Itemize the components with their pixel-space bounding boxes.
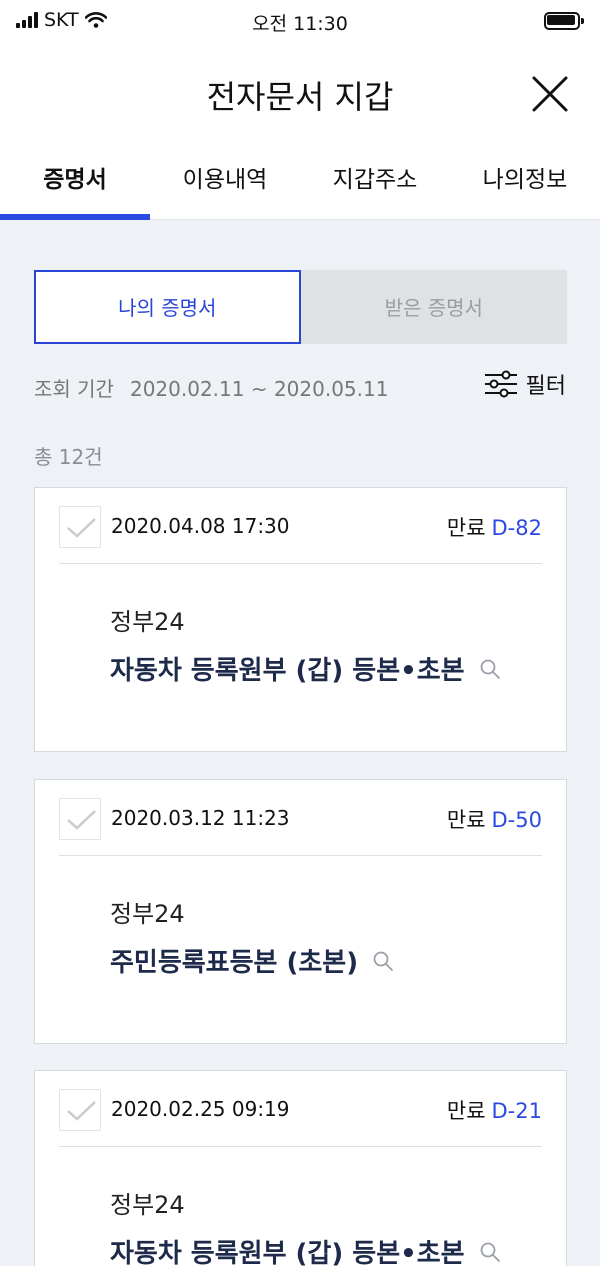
period-value: 2020.02.11 ~ 2020.05.11 xyxy=(129,377,389,401)
certificate-card[interactable]: 2020.02.25 09:19 만료 D-21 정부24 자동차 등록원부 (갑… xyxy=(34,1070,567,1266)
divider xyxy=(59,855,542,856)
issuer-name: 정부24 xyxy=(110,900,185,928)
card-checkbox[interactable] xyxy=(59,506,101,548)
period-label: 조회 기간 xyxy=(34,377,114,401)
status-bar: SKT 오전 11:30 xyxy=(0,0,600,44)
check-icon xyxy=(67,1101,96,1121)
issued-datetime: 2020.02.25 09:19 xyxy=(111,1097,290,1121)
status-time: 오전 11:30 xyxy=(252,13,348,35)
filter-label: 필터 xyxy=(525,374,566,399)
issuer-name: 정부24 xyxy=(110,608,185,636)
issuer-name: 정부24 xyxy=(110,1191,185,1219)
dday-badge: D-82 xyxy=(491,516,542,540)
check-icon xyxy=(67,518,96,538)
dday-badge: D-50 xyxy=(491,808,542,832)
page-title: 전자문서 지갑 xyxy=(206,78,394,116)
app-header: 전자문서 지갑 xyxy=(0,44,600,144)
received-certificates-button[interactable]: 받은 증명서 xyxy=(300,270,567,344)
card-checkbox[interactable] xyxy=(59,798,101,840)
expiry-info: 만료 D-21 xyxy=(446,1099,542,1123)
card-checkbox[interactable] xyxy=(59,1089,101,1131)
tab-bar: 증명서 이용내역 지갑주소 나의정보 xyxy=(0,144,600,220)
search-icon[interactable] xyxy=(479,1241,501,1263)
expiry-info: 만료 D-82 xyxy=(446,516,542,540)
tab-certificates[interactable]: 증명서 xyxy=(0,144,150,220)
dday-badge: D-21 xyxy=(491,1099,542,1123)
certificate-card[interactable]: 2020.04.08 17:30 만료 D-82 정부24 자동차 등록원부 (갑… xyxy=(34,487,567,752)
certificate-segment: 나의 증명서 받은 증명서 xyxy=(34,270,567,344)
issued-datetime: 2020.03.12 11:23 xyxy=(111,806,290,830)
divider xyxy=(59,563,542,564)
close-icon[interactable] xyxy=(524,68,576,120)
search-icon[interactable] xyxy=(372,950,394,972)
my-certificates-button[interactable]: 나의 증명서 xyxy=(34,270,301,344)
search-icon[interactable] xyxy=(479,658,501,680)
issued-datetime: 2020.04.08 17:30 xyxy=(111,514,290,538)
battery-icon xyxy=(544,12,584,30)
expiry-info: 만료 D-50 xyxy=(446,808,542,832)
tab-usage-history[interactable]: 이용내역 xyxy=(150,144,300,220)
document-title[interactable]: 주민등록표등본 (초본) xyxy=(110,942,394,979)
sliders-icon xyxy=(484,370,517,398)
total-count: 총 12건 xyxy=(34,445,103,469)
document-title[interactable]: 자동차 등록원부 (갑) 등본•초본 xyxy=(110,650,501,687)
document-title[interactable]: 자동차 등록원부 (갑) 등본•초본 xyxy=(110,1233,501,1266)
query-period: 조회 기간 2020.02.11 ~ 2020.05.11 xyxy=(34,373,388,402)
tab-my-info[interactable]: 나의정보 xyxy=(450,144,600,220)
divider xyxy=(59,1146,542,1147)
check-icon xyxy=(67,810,96,830)
filter-button[interactable]: 필터 xyxy=(484,368,566,400)
certificate-card[interactable]: 2020.03.12 11:23 만료 D-50 정부24 주민등록표등본 (초본… xyxy=(34,779,567,1044)
tab-wallet-address[interactable]: 지갑주소 xyxy=(300,144,450,220)
